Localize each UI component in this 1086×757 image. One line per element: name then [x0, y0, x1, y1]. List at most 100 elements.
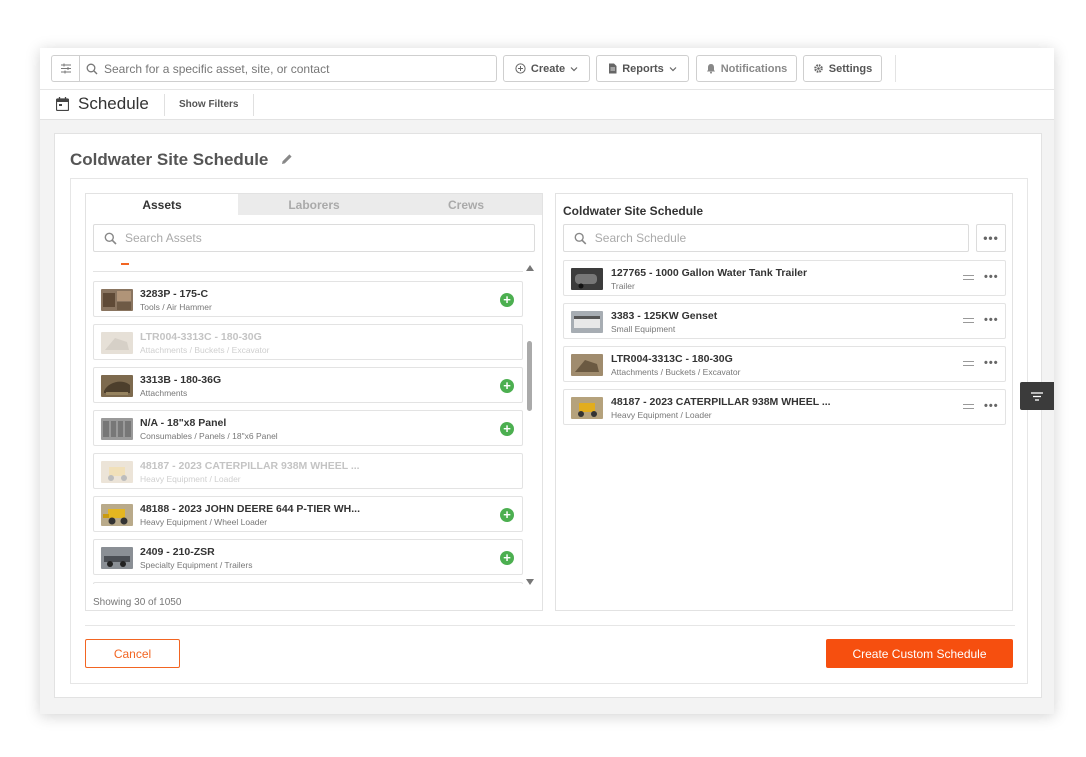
asset-thumbnail	[571, 311, 603, 333]
asset-thumbnail	[571, 268, 603, 290]
tab-assets[interactable]: Assets	[86, 194, 238, 215]
row-menu-button[interactable]: •••	[984, 400, 999, 412]
drag-handle-icon[interactable]	[963, 361, 974, 366]
bell-icon	[706, 64, 715, 74]
asset-name: 48188 - 2023 JOHN DEERE 644 P-TIER WH...	[140, 503, 361, 515]
results-count: Showing 30 of 1050	[93, 597, 182, 608]
asset-category: Heavy Equipment / Wheel Loader	[140, 517, 268, 527]
row-menu-button[interactable]: •••	[984, 271, 999, 283]
search-icon	[104, 232, 117, 245]
schedule-panel-title: Coldwater Site Schedule	[563, 204, 704, 218]
schedule-search-input[interactable]	[594, 231, 968, 245]
asset-category: Attachments	[140, 388, 188, 398]
notifications-button-label: Notifications	[720, 62, 788, 75]
assets-list[interactable]: 3283P - 175-C Tools / Air Hammer + LTR00…	[93, 260, 523, 584]
document-icon	[609, 63, 617, 74]
schedule-row[interactable]: 127765 - 1000 Gallon Water Tank Trailer …	[563, 260, 1006, 296]
asset-thumbnail	[571, 354, 603, 376]
add-asset-button[interactable]: +	[500, 293, 514, 307]
drag-handle-icon[interactable]	[963, 404, 974, 409]
chevron-down-icon	[570, 66, 578, 71]
asset-thumbnail	[571, 397, 603, 419]
page-title: Schedule	[78, 94, 149, 113]
reports-button[interactable]: Reports	[596, 55, 689, 82]
top-toolbar: Create Reports Notifications	[40, 48, 1054, 90]
schedule-search	[563, 224, 969, 252]
asset-category: Tools / Air Hammer	[140, 302, 212, 312]
schedule-item-name: 3383 - 125KW Genset	[611, 310, 718, 322]
asset-row[interactable]: 2409 - 210-ZSR Specialty Equipment / Tra…	[93, 539, 523, 575]
assets-search-input[interactable]	[125, 231, 505, 245]
asset-row[interactable]	[93, 582, 523, 584]
sliders-icon	[60, 63, 71, 74]
add-asset-button[interactable]: +	[500, 508, 514, 522]
notifications-button[interactable]: Notifications	[696, 55, 797, 82]
scroll-up-arrow[interactable]	[526, 265, 534, 271]
create-custom-schedule-button[interactable]: Create Custom Schedule	[826, 639, 1013, 668]
pencil-icon[interactable]	[281, 153, 293, 165]
header-divider	[253, 94, 254, 116]
asset-thumbnail	[101, 504, 133, 526]
global-search-input[interactable]	[104, 61, 484, 76]
asset-thumbnail	[101, 547, 133, 569]
asset-category: Heavy Equipment / Loader	[140, 474, 241, 484]
asset-thumbnail	[101, 332, 133, 354]
drag-handle-icon[interactable]	[963, 275, 974, 280]
add-asset-button[interactable]: +	[500, 379, 514, 393]
add-asset-button[interactable]: +	[500, 551, 514, 565]
header-divider	[164, 94, 165, 116]
assets-search	[93, 224, 535, 252]
schedule-item-name: 127765 - 1000 Gallon Water Tank Trailer	[611, 267, 808, 279]
create-button-label: Create	[530, 62, 566, 75]
drag-handle-icon[interactable]	[963, 318, 974, 323]
settings-button[interactable]: Settings	[803, 55, 882, 82]
filter-icon	[1031, 391, 1043, 401]
asset-row[interactable]: 3283P - 175-C Tools / Air Hammer +	[93, 281, 523, 317]
tab-laborers[interactable]: Laborers	[238, 194, 390, 215]
list-item	[93, 260, 523, 272]
add-asset-button[interactable]: +	[500, 422, 514, 436]
schedule-row[interactable]: 3383 - 125KW Genset Small Equipment •••	[563, 303, 1006, 339]
create-button[interactable]: Create	[503, 55, 590, 82]
search-icon	[86, 63, 98, 74]
chevron-down-icon	[669, 66, 677, 71]
schedule-item-name: 48187 - 2023 CATERPILLAR 938M WHEEL ...	[611, 396, 831, 408]
filter-toggle-button[interactable]	[51, 55, 79, 82]
schedule-row[interactable]: LTR004-3313C - 180-30G Attachments / Buc…	[563, 346, 1006, 382]
asset-category: Consumables / Panels / 18"x6 Panel	[140, 431, 278, 441]
schedule-item-category: Small Equipment	[611, 324, 676, 334]
asset-name: 3283P - 175-C	[140, 288, 209, 300]
asset-row: LTR004-3313C - 180-30G Attachments / Buc…	[93, 324, 523, 360]
asset-name: 3313B - 180-36G	[140, 374, 222, 386]
resource-tabs: Assets Laborers Crews	[86, 194, 542, 215]
toolbar-divider	[895, 55, 896, 82]
asset-name: 48187 - 2023 CATERPILLAR 938M WHEEL ...	[140, 460, 360, 472]
resource-panel: Assets Laborers Crews Search Assets 3283…	[85, 193, 543, 611]
asset-name: 2409 - 210-ZSR	[140, 546, 215, 558]
asset-thumbnail	[101, 375, 133, 397]
schedule-more-button[interactable]: •••	[976, 224, 1006, 252]
plus-circle-icon	[515, 63, 526, 74]
asset-thumbnail	[101, 418, 133, 440]
footer-divider	[85, 625, 1015, 626]
tab-crews[interactable]: Crews	[390, 194, 542, 215]
row-menu-button[interactable]: •••	[984, 357, 999, 369]
asset-row: 48187 - 2023 CATERPILLAR 938M WHEEL ... …	[93, 453, 523, 489]
asset-row[interactable]: 3313B - 180-36G Attachments +	[93, 367, 523, 403]
schedule-item-category: Trailer	[611, 281, 635, 291]
asset-row[interactable]: 48188 - 2023 JOHN DEERE 644 P-TIER WH...…	[93, 496, 523, 532]
show-filters-button[interactable]: Show Filters	[179, 99, 238, 110]
gear-icon	[813, 64, 823, 73]
row-menu-button[interactable]: •••	[984, 314, 999, 326]
schedule-row[interactable]: 48187 - 2023 CATERPILLAR 938M WHEEL ... …	[563, 389, 1006, 425]
schedule-card: Coldwater Site Schedule Assets Laborers …	[54, 133, 1042, 698]
cancel-button[interactable]: Cancel	[85, 639, 180, 668]
schedule-item-category: Attachments / Buckets / Excavator	[611, 367, 741, 377]
asset-row[interactable]: N/A - 18"x8 Panel Consumables / Panels /…	[93, 410, 523, 446]
schedule-panel: Coldwater Site Schedule ••• 127765 - 100…	[555, 193, 1013, 611]
asset-name: LTR004-3313C - 180-30G	[140, 331, 262, 343]
search-icon	[574, 232, 587, 244]
filter-panel-toggle[interactable]	[1020, 382, 1054, 410]
scrollbar-thumb[interactable]	[527, 341, 532, 411]
scroll-down-arrow[interactable]	[526, 579, 534, 585]
